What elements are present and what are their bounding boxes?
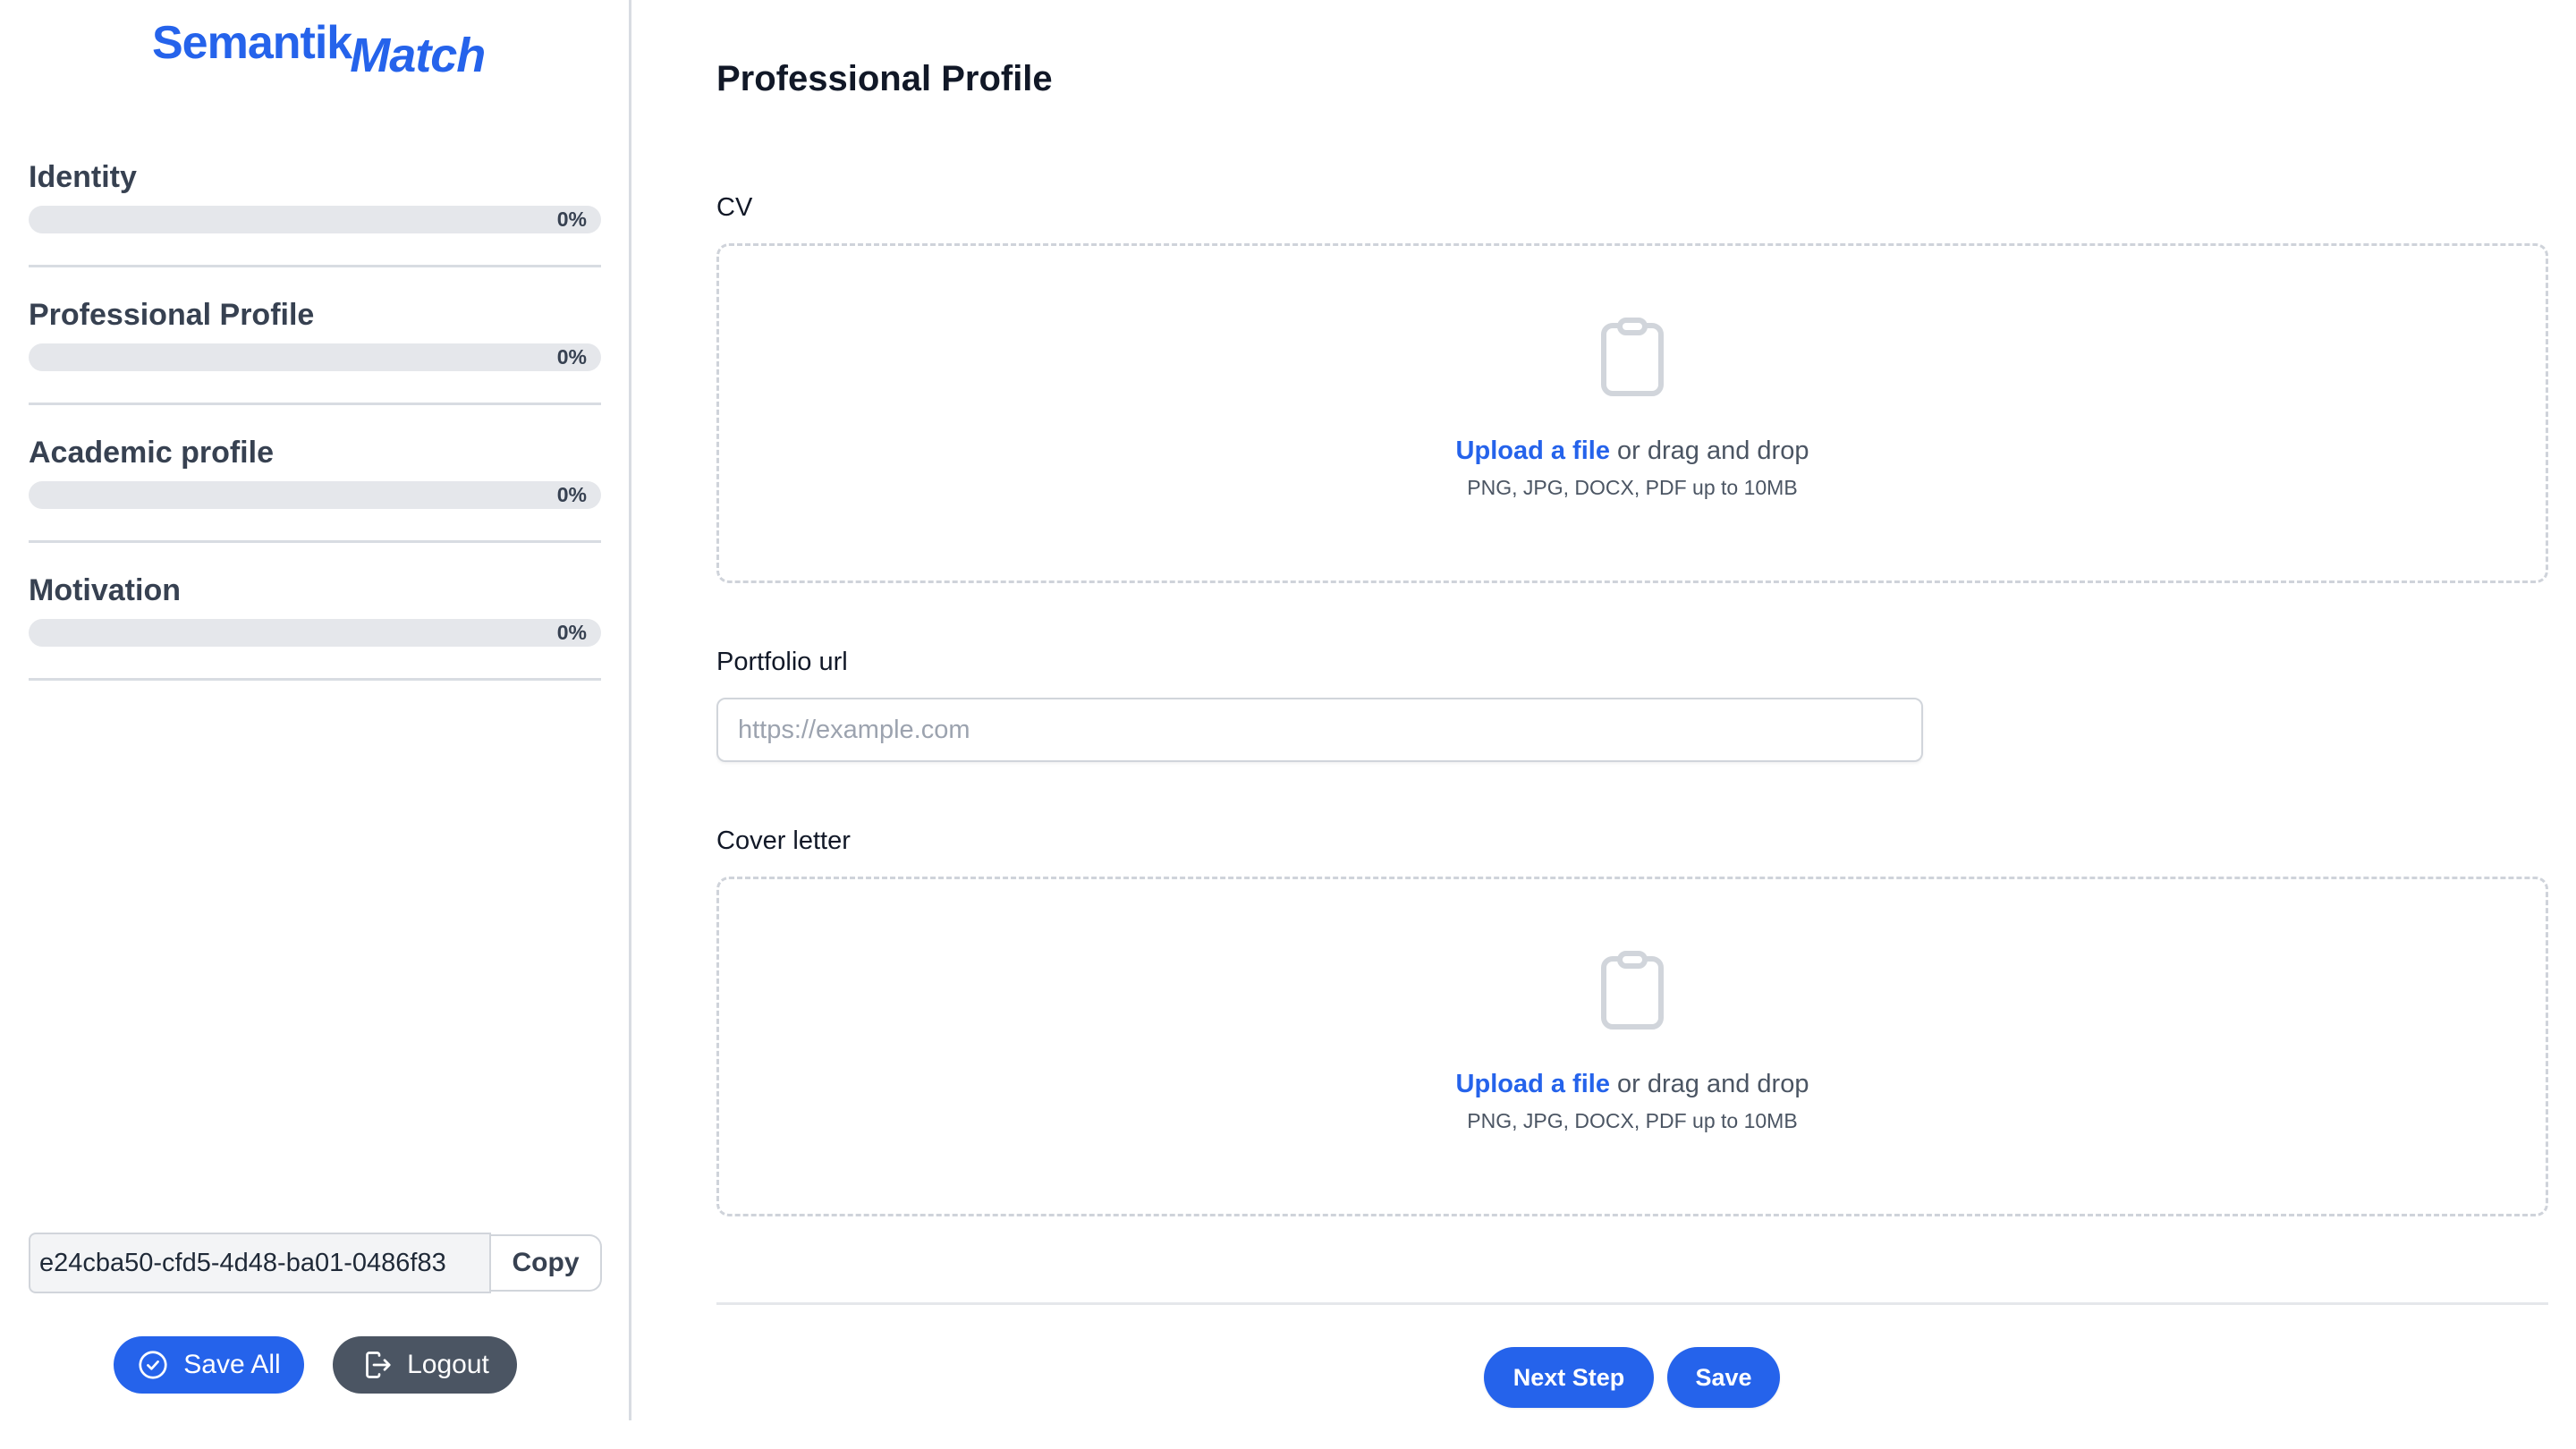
upload-prompt: Upload a file or drag and drop [1456, 435, 1809, 467]
cover-letter-dropzone[interactable]: Upload a file or drag and drop PNG, JPG,… [716, 877, 2548, 1216]
cv-label: CV [716, 193, 753, 222]
page-title: Professional Profile [716, 59, 1053, 98]
divider [29, 540, 601, 543]
check-circle-icon [139, 1351, 167, 1379]
step-title: Identity [29, 160, 137, 194]
form-divider [716, 1302, 2548, 1305]
upload-file-link[interactable]: Upload a file [1456, 1070, 1610, 1098]
sidebar-step-academic-profile[interactable]: Academic profile 0% [29, 433, 601, 571]
step-title: Academic profile [29, 436, 274, 470]
progress-percent: 0% [556, 345, 587, 369]
save-button[interactable]: Save [1667, 1347, 1780, 1408]
progress-bar: 0% [29, 619, 601, 647]
divider [29, 678, 601, 681]
sidebar-step-identity[interactable]: Identity 0% [29, 157, 601, 295]
portfolio-url-input[interactable] [716, 698, 1923, 762]
cv-dropzone[interactable]: Upload a file or drag and drop PNG, JPG,… [716, 243, 2548, 583]
upload-hint: PNG, JPG, DOCX, PDF up to 10MB [1467, 476, 1798, 499]
save-all-label: Save All [183, 1350, 281, 1379]
session-id-field[interactable]: e24cba50-cfd5-4d48-ba01-0486f83 [29, 1233, 491, 1293]
logout-icon [366, 1352, 391, 1378]
logout-label: Logout [407, 1350, 489, 1379]
logout-button[interactable]: Logout [333, 1336, 517, 1394]
progress-percent: 0% [556, 483, 587, 506]
clipboard-icon [1601, 951, 1664, 1030]
sidebar: Semantik Match Identity 0% Professional … [0, 0, 631, 1420]
brand-logo-part1: Semantik [152, 17, 352, 69]
progress-percent: 0% [556, 208, 587, 231]
next-step-button[interactable]: Next Step [1484, 1347, 1654, 1408]
main-content: Professional Profile CV Upload a file or… [716, 0, 2576, 1449]
upload-prompt: Upload a file or drag and drop [1456, 1068, 1809, 1100]
save-all-button[interactable]: Save All [114, 1336, 304, 1394]
session-id-group: e24cba50-cfd5-4d48-ba01-0486f83 Copy [29, 1233, 602, 1293]
progress-percent: 0% [556, 621, 587, 644]
cover-letter-label: Cover letter [716, 826, 851, 855]
progress-bar: 0% [29, 481, 601, 509]
divider [29, 265, 601, 267]
upload-file-link[interactable]: Upload a file [1456, 436, 1610, 465]
sidebar-step-professional-profile[interactable]: Professional Profile 0% [29, 295, 601, 433]
upload-hint: PNG, JPG, DOCX, PDF up to 10MB [1467, 1109, 1798, 1132]
upload-drag-text: or drag and drop [1609, 436, 1809, 465]
step-title: Professional Profile [29, 298, 315, 332]
sidebar-step-motivation[interactable]: Motivation 0% [29, 571, 601, 708]
progress-bar: 0% [29, 206, 601, 233]
portfolio-url-label: Portfolio url [716, 648, 848, 676]
divider [29, 402, 601, 405]
step-title: Motivation [29, 573, 181, 607]
clipboard-icon [1601, 318, 1664, 396]
brand-logo: Semantik Match [152, 14, 486, 82]
copy-button[interactable]: Copy [491, 1234, 602, 1292]
progress-bar: 0% [29, 343, 601, 371]
brand-logo-part2: Match [350, 29, 486, 82]
upload-drag-text: or drag and drop [1609, 1070, 1809, 1098]
